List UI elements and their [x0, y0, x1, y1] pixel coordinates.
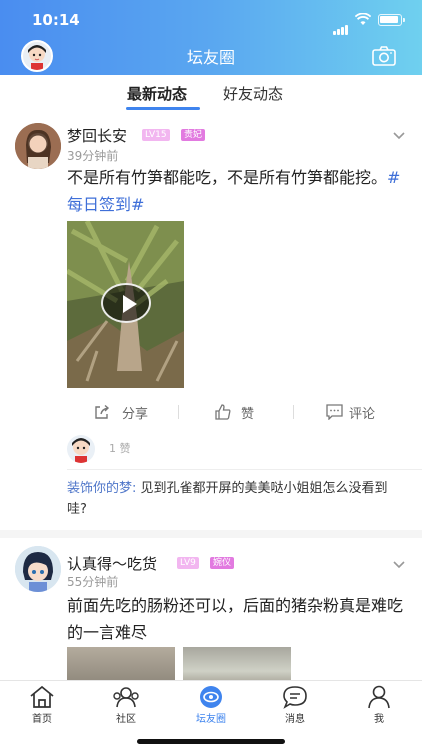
chevron-down-icon[interactable]: [393, 561, 405, 569]
community-icon: [113, 687, 139, 708]
post-author-avatar[interactable]: [15, 546, 61, 592]
home-indicator: [137, 739, 285, 744]
level-badge: LV9: [177, 557, 199, 569]
circle-eye-icon: [200, 686, 222, 708]
tab-label: 我: [374, 714, 384, 725]
post-text: 前面先吃的肠粉还可以，后面的猪杂粉真是难吃的一言难尽: [67, 596, 404, 642]
post-content: 前面先吃的肠粉还可以，后面的猪杂粉真是难吃的一言难尽: [67, 592, 412, 646]
post-card: 认真得～吃货 LV9 婉仪 55分钟前 前面先吃的肠粉还可以，后面的猪杂粉真是难…: [0, 0, 422, 687]
role-badge: 婉仪: [210, 557, 235, 569]
person-icon: [368, 685, 390, 709]
message-icon: [283, 686, 307, 709]
tab-circle[interactable]: 坛友圈: [181, 685, 241, 725]
tab-label: 首页: [32, 714, 52, 725]
tab-label: 社区: [116, 714, 136, 725]
post-author-name[interactable]: 认真得～吃货: [67, 553, 157, 574]
tab-community[interactable]: 社区: [96, 685, 156, 725]
tab-home[interactable]: 首页: [12, 685, 72, 725]
post-time: 55分钟前: [67, 575, 119, 589]
tab-messages[interactable]: 消息: [265, 685, 325, 725]
tab-me[interactable]: 我: [349, 685, 409, 725]
tab-label: 消息: [285, 714, 305, 725]
home-icon: [30, 685, 54, 708]
tab-label: 坛友圈: [196, 714, 226, 725]
